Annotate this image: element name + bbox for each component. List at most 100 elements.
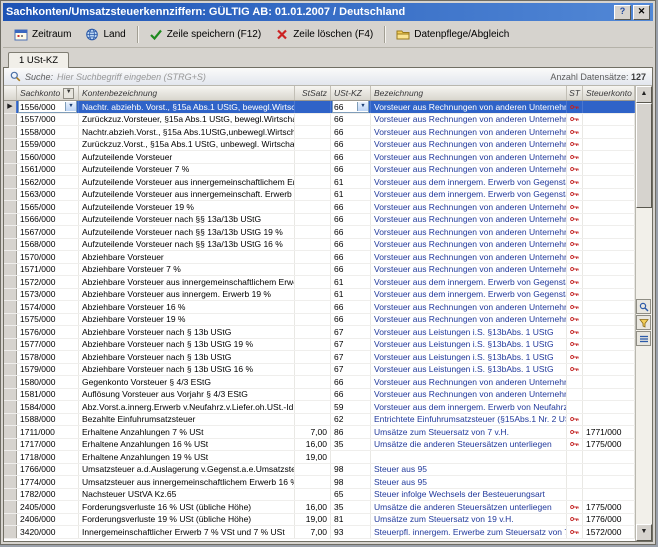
row-selector-cell[interactable]: ▶ <box>4 301 17 313</box>
table-row[interactable]: ▶ 1571/000▼ Abziehbare Vorsteuer 7 % 66▼… <box>4 264 635 277</box>
cell-steuerkonto[interactable] <box>583 264 635 276</box>
table-row[interactable]: ▶ 1559/000▼ Zurückzuz.Vorst., §15a Abs.1… <box>4 139 635 152</box>
table-row[interactable]: ▶ 1558/000▼ Nachtr.abzieh.Vorst., §15a A… <box>4 126 635 139</box>
scroll-down-button[interactable]: ▼ <box>636 524 652 541</box>
cell-sachkonto[interactable]: 1774/000▼ <box>17 476 79 488</box>
cell-steuerkonto[interactable] <box>583 276 635 288</box>
cell-kontenbezeichnung[interactable]: Gegenkonto Vorsteuer § 4/3 EStG <box>79 376 295 388</box>
cell-stsatz[interactable] <box>295 176 331 188</box>
cell-bezeichnung[interactable]: Vorsteuer aus dem innergem. Erwerb von N… <box>371 401 567 413</box>
cell-kontenbezeichnung[interactable]: Abziehbare Vorsteuer 7 % <box>79 264 295 276</box>
cell-bezeichnung[interactable]: Vorsteuer aus Rechnungen von anderen Unt… <box>371 226 567 238</box>
cell-bezeichnung[interactable]: Vorsteuer aus Leistungen i.S. §13bAbs. 1… <box>371 339 567 351</box>
table-row[interactable]: ▶ 1566/000▼ Aufzuteilende Vorsteuer nach… <box>4 214 635 227</box>
cell-stsatz[interactable] <box>295 139 331 151</box>
cell-ust-kz[interactable]: 66▼ <box>331 101 371 113</box>
cell-stsatz[interactable] <box>295 289 331 301</box>
cell-bezeichnung[interactable]: Vorsteuer aus Rechnungen von anderen Unt… <box>371 264 567 276</box>
table-row[interactable]: ▶ 1578/000▼ Abziehbare Vorsteuer nach § … <box>4 351 635 364</box>
cell-steuerkonto[interactable] <box>583 101 635 113</box>
table-row[interactable]: ▶ 1574/000▼ Abziehbare Vorsteuer 16 % 66… <box>4 301 635 314</box>
cell-ust-kz[interactable]: 66▼ <box>331 214 371 226</box>
column-header-ust-kz[interactable]: USt-KZ <box>331 86 371 100</box>
cell-stsatz[interactable] <box>295 401 331 413</box>
table-row[interactable]: ▶ 1573/000▼ Abziehbare Vorsteuer aus inn… <box>4 289 635 302</box>
cell-ust-kz[interactable]: 61▼ <box>331 289 371 301</box>
row-selector-cell[interactable]: ▶ <box>4 289 17 301</box>
cell-sachkonto[interactable]: 1766/000▼ <box>17 464 79 476</box>
row-selector-cell[interactable]: ▶ <box>4 126 17 138</box>
cell-kontenbezeichnung[interactable]: Aufzuteilende Vorsteuer <box>79 151 295 163</box>
cell-ust-kz[interactable]: 81▼ <box>331 514 371 526</box>
cell-ust-kz[interactable]: 93▼ <box>331 526 371 538</box>
cell-bezeichnung[interactable]: Vorsteuer aus Rechnungen von anderen Unt… <box>371 251 567 263</box>
cell-sachkonto[interactable]: 2405/000▼ <box>17 501 79 513</box>
cell-steuerkonto[interactable] <box>583 201 635 213</box>
cell-steuerkonto[interactable] <box>583 464 635 476</box>
cell-ust-kz[interactable]: 66▼ <box>331 301 371 313</box>
row-selector-cell[interactable]: ▶ <box>4 251 17 263</box>
table-row[interactable]: ▶ 1718/000▼ Erhaltene Anzahlungen 19 % U… <box>4 451 635 464</box>
cell-sachkonto[interactable]: 1588/000▼ <box>17 414 79 426</box>
cell-kontenbezeichnung[interactable]: Aufzuteilende Vorsteuer 7 % <box>79 164 295 176</box>
cell-sachkonto[interactable]: 1561/000▼ <box>17 164 79 176</box>
cell-bezeichnung[interactable]: Steuerpfl. innergem. Erwerbe zum Steuers… <box>371 526 567 538</box>
cell-steuerkonto[interactable] <box>583 326 635 338</box>
cell-ust-kz[interactable]: 67▼ <box>331 364 371 376</box>
row-selector-cell[interactable]: ▶ <box>4 214 17 226</box>
scrollbar-track[interactable] <box>636 103 652 524</box>
cell-ust-kz[interactable]: 66▼ <box>331 226 371 238</box>
cell-sachkonto[interactable]: 2406/000▼ <box>17 514 79 526</box>
cell-ust-kz[interactable]: 66▼ <box>331 264 371 276</box>
cell-bezeichnung[interactable]: Steuer aus 95 <box>371 476 567 488</box>
row-selector-cell[interactable]: ▶ <box>4 451 17 463</box>
cell-sachkonto[interactable]: 1568/000▼ <box>17 239 79 251</box>
table-row[interactable]: ▶ 1570/000▼ Abziehbare Vorsteuer 66▼ Vor… <box>4 251 635 264</box>
quick-search-button[interactable] <box>636 299 651 314</box>
quick-list-button[interactable] <box>636 331 651 346</box>
table-row[interactable]: ▶ 1556/000▼ Nachtr. abziehb. Vorst., §15… <box>4 101 635 114</box>
cell-kontenbezeichnung[interactable]: Abziehbare Vorsteuer <box>79 251 295 263</box>
row-selector-cell[interactable]: ▶ <box>4 151 17 163</box>
cell-kontenbezeichnung[interactable]: Auflösung Vorsteuer aus Vorjahr § 4/3 ES… <box>79 389 295 401</box>
cell-stsatz[interactable] <box>295 301 331 313</box>
cell-ust-kz[interactable]: 66▼ <box>331 139 371 151</box>
cell-kontenbezeichnung[interactable]: Aufzuteilende Vorsteuer aus innergemeins… <box>79 176 295 188</box>
ust-kz-dropdown-icon[interactable]: ▼ <box>357 102 368 111</box>
cell-kontenbezeichnung[interactable]: Aufzuteilende Vorsteuer 19 % <box>79 201 295 213</box>
cell-kontenbezeichnung[interactable]: Abziehbare Vorsteuer aus innergem. Erwer… <box>79 289 295 301</box>
row-selector-header[interactable] <box>4 86 17 100</box>
cell-ust-kz[interactable]: 66▼ <box>331 376 371 388</box>
table-row[interactable]: ▶ 1572/000▼ Abziehbare Vorsteuer aus inn… <box>4 276 635 289</box>
column-header-sachkonto[interactable]: Sachkonto ▼ <box>17 86 79 100</box>
cell-ust-kz[interactable]: 67▼ <box>331 339 371 351</box>
cell-steuerkonto[interactable]: 1771/000 <box>583 426 635 438</box>
cell-ust-kz[interactable]: 62▼ <box>331 414 371 426</box>
cell-sachkonto[interactable]: 1559/000▼ <box>17 139 79 151</box>
cell-sachkonto[interactable]: 1572/000▼ <box>17 276 79 288</box>
cell-steuerkonto[interactable] <box>583 226 635 238</box>
cell-sachkonto[interactable]: 1711/000▼ <box>17 426 79 438</box>
cell-kontenbezeichnung[interactable]: Forderungsverluste 19 % USt (übliche Höh… <box>79 514 295 526</box>
column-header-stsatz[interactable]: StSatz <box>295 86 331 100</box>
table-row[interactable]: ▶ 1562/000▼ Aufzuteilende Vorsteuer aus … <box>4 176 635 189</box>
cell-stsatz[interactable] <box>295 314 331 326</box>
cell-ust-kz[interactable]: 98▼ <box>331 464 371 476</box>
cell-sachkonto[interactable]: 1556/000▼ <box>17 101 79 113</box>
cell-stsatz[interactable] <box>295 476 331 488</box>
cell-stsatz[interactable] <box>295 151 331 163</box>
cell-kontenbezeichnung[interactable]: Abziehbare Vorsteuer nach § 13b UStG <box>79 326 295 338</box>
column-header-st[interactable]: ST <box>567 86 583 100</box>
row-selector-cell[interactable]: ▶ <box>4 314 17 326</box>
cell-sachkonto[interactable]: 1577/000▼ <box>17 339 79 351</box>
table-row[interactable]: ▶ 1568/000▼ Aufzuteilende Vorsteuer nach… <box>4 239 635 252</box>
cell-steuerkonto[interactable] <box>583 476 635 488</box>
search-bar[interactable]: Suche: Hier Suchbegriff eingeben (STRG+S… <box>4 68 652 86</box>
row-selector-cell[interactable]: ▶ <box>4 489 17 501</box>
cell-ust-kz[interactable]: 61▼ <box>331 176 371 188</box>
cell-bezeichnung[interactable]: Vorsteuer aus Rechnungen von anderen Unt… <box>371 114 567 126</box>
table-row[interactable]: ▶ 2406/000▼ Forderungsverluste 19 % USt … <box>4 514 635 527</box>
row-selector-cell[interactable]: ▶ <box>4 426 17 438</box>
cell-sachkonto[interactable]: 1558/000▼ <box>17 126 79 138</box>
cell-bezeichnung[interactable]: Entrichtete Einfuhrumsatzsteuer (§15Abs.… <box>371 414 567 426</box>
